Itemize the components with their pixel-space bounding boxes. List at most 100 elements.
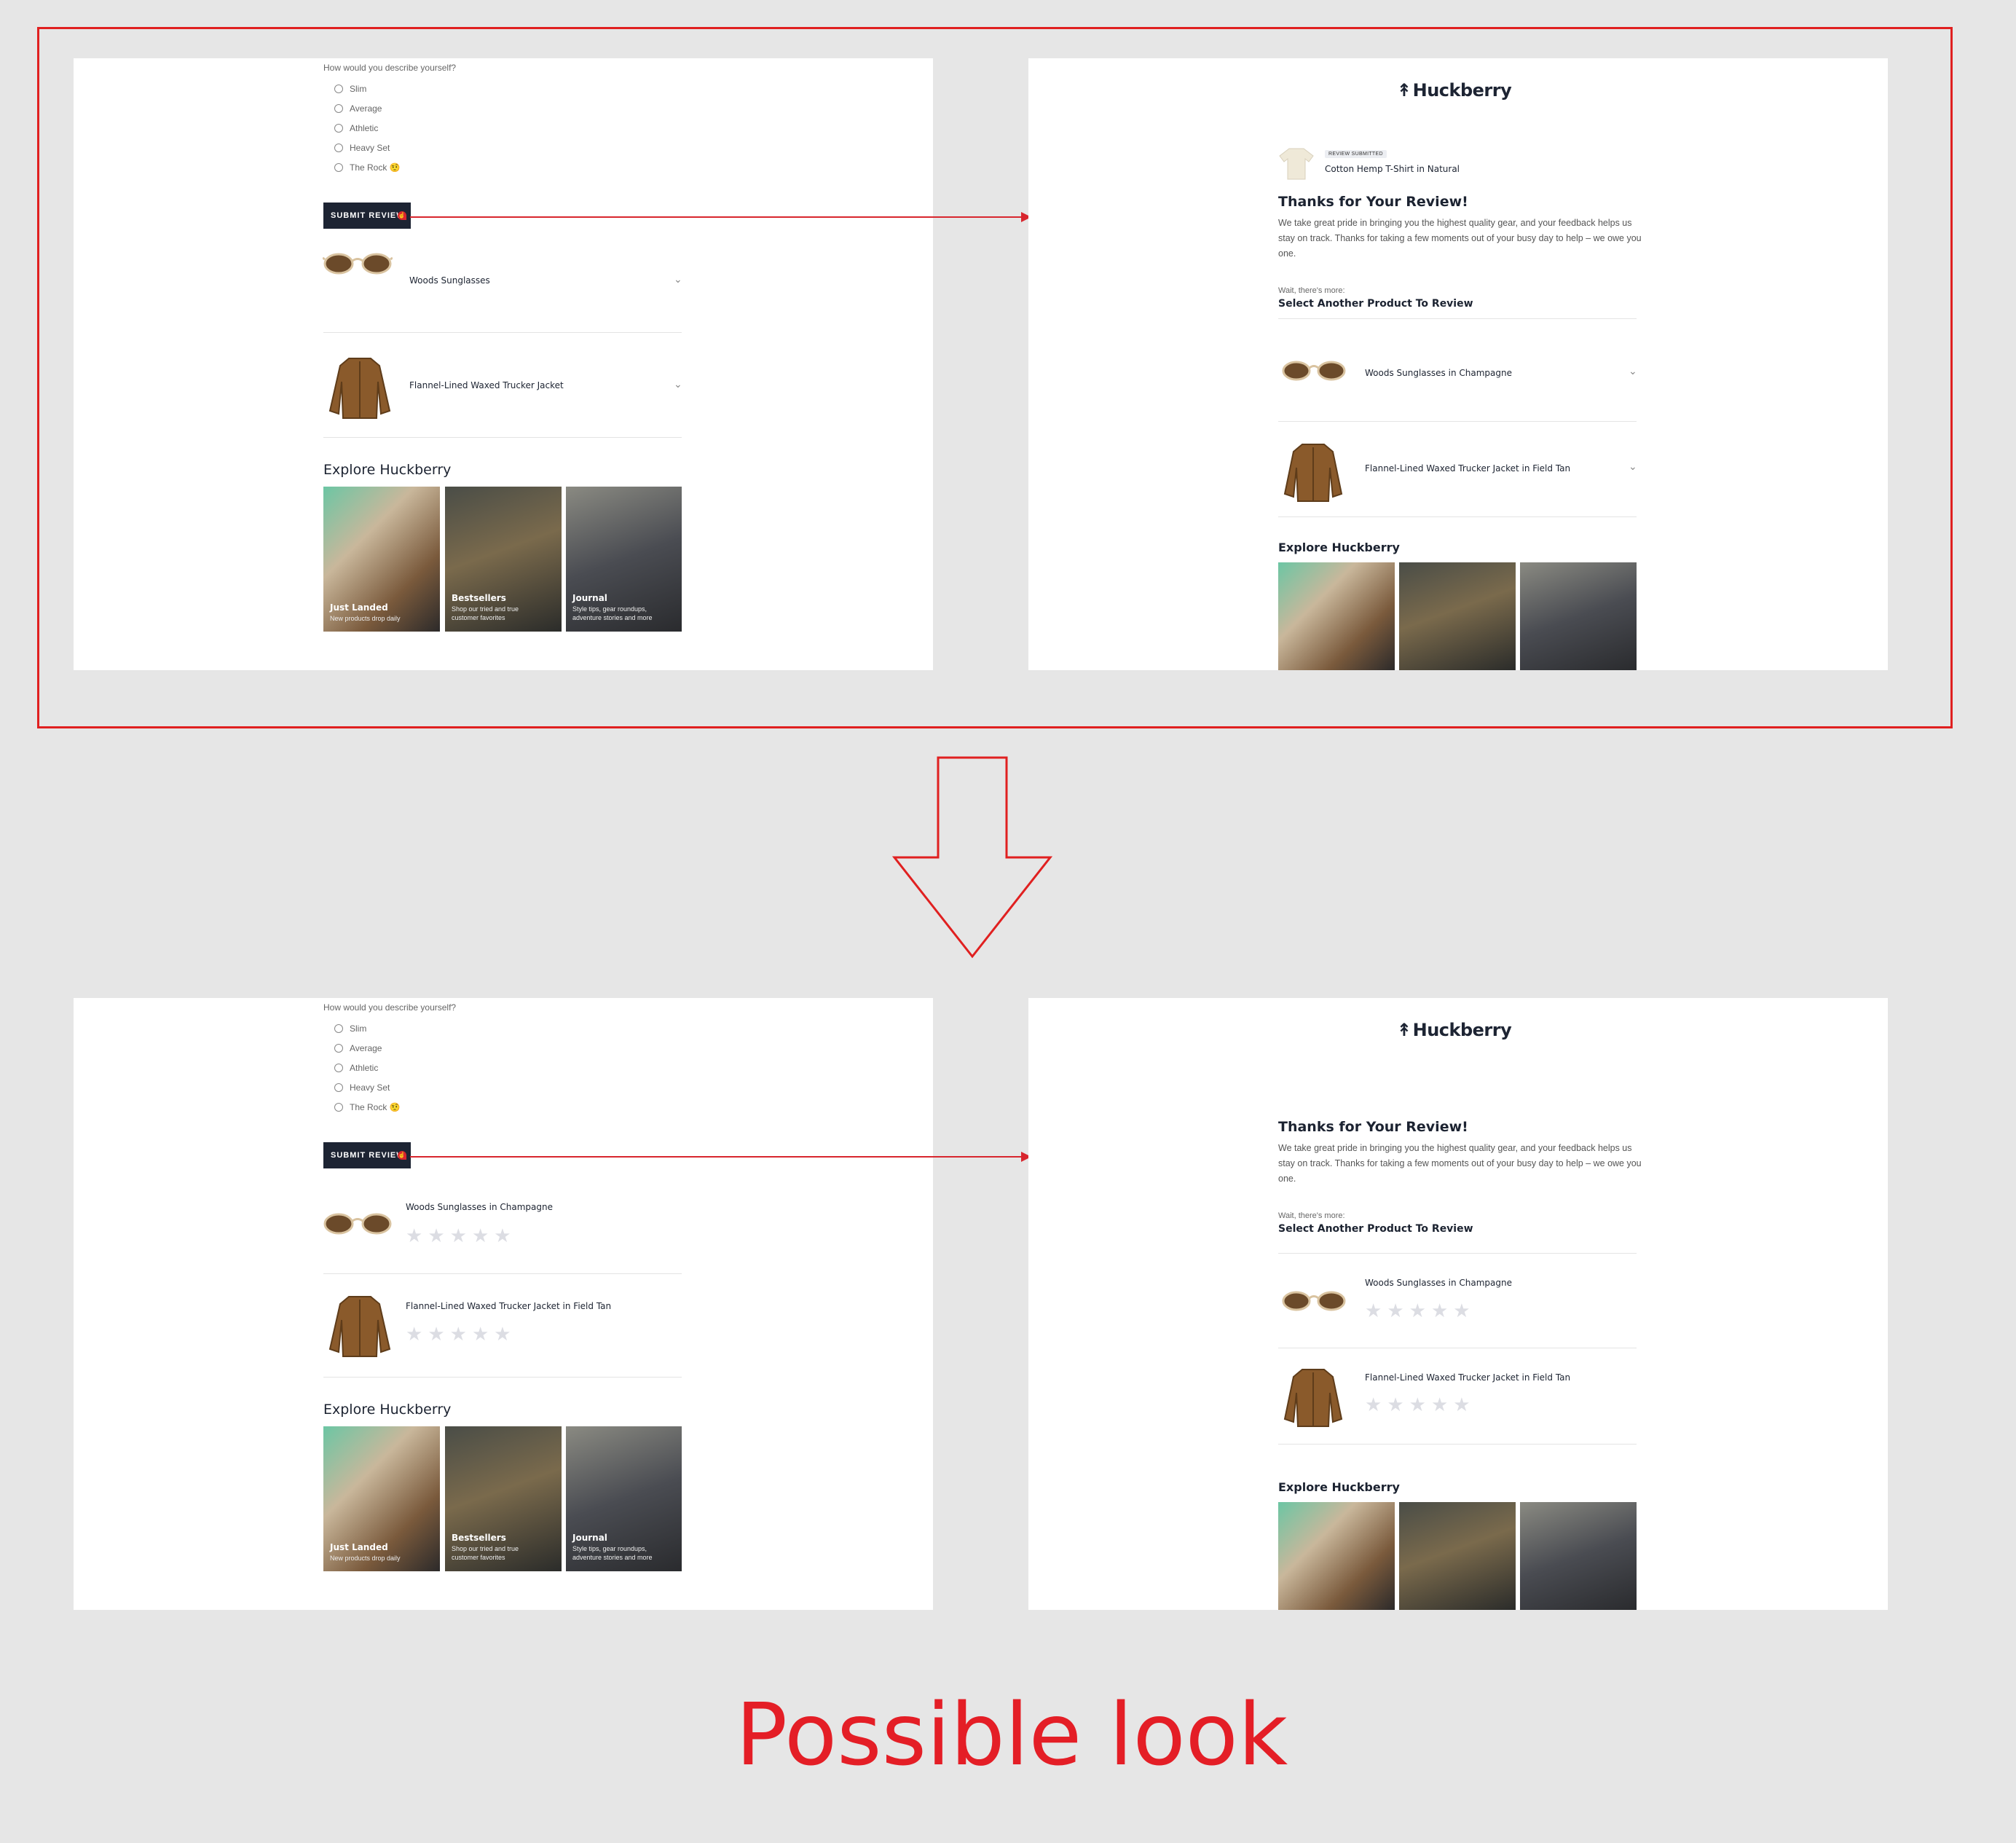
chevron-down-icon[interactable]: ⌄ xyxy=(674,378,682,390)
star-icon[interactable]: ★ xyxy=(494,1324,511,1343)
huckberry-logo[interactable]: ↟Huckberry xyxy=(1397,80,1512,101)
radio-icon xyxy=(334,1103,343,1112)
confirmation-panel-after: ↟Huckberry Thanks for Your Review! We ta… xyxy=(1028,998,1888,1610)
divider xyxy=(1278,1444,1637,1445)
product-name-sunglasses[interactable]: Woods Sunglasses in Champagne xyxy=(1365,1278,1512,1288)
option-athletic[interactable]: Athletic xyxy=(334,1063,378,1073)
option-heavy-set[interactable]: Heavy Set xyxy=(334,1082,390,1093)
product-name-sunglasses[interactable]: Woods Sunglasses in Champagne xyxy=(1365,368,1512,378)
option-average[interactable]: Average xyxy=(334,103,382,114)
tile-bestsellers[interactable]: Bestsellers Shop our tried and true cust… xyxy=(445,487,562,632)
star-icon[interactable]: ★ xyxy=(1453,1301,1470,1320)
sunglasses-thumbnail xyxy=(323,1213,392,1235)
star-icon[interactable]: ★ xyxy=(406,1324,422,1343)
wait-label: Wait, there's more: xyxy=(1278,286,1345,295)
divider xyxy=(1278,516,1637,517)
select-heading: Select Another Product To Review xyxy=(1278,298,1473,310)
product-name-jacket[interactable]: Flannel-Lined Waxed Trucker Jacket in Fi… xyxy=(406,1301,611,1311)
star-icon[interactable]: ★ xyxy=(494,1226,511,1245)
radio-icon xyxy=(334,1064,343,1072)
divider xyxy=(323,1377,682,1378)
tile-journal[interactable] xyxy=(1520,1502,1637,1610)
star-icon[interactable]: ★ xyxy=(1431,1301,1448,1320)
star-icon[interactable]: ★ xyxy=(450,1226,467,1245)
tile-bestsellers[interactable] xyxy=(1399,1502,1516,1610)
star-icon[interactable]: ★ xyxy=(472,1226,489,1245)
star-icon[interactable]: ★ xyxy=(1409,1395,1426,1414)
thanks-heading: Thanks for Your Review! xyxy=(1278,1119,1468,1135)
down-arrow-icon xyxy=(891,756,1053,959)
submit-review-button[interactable]: SUBMIT REVIEW ☝ xyxy=(323,1142,411,1168)
star-icon[interactable]: ★ xyxy=(450,1324,467,1343)
star-icon[interactable]: ★ xyxy=(472,1324,489,1343)
option-the-rock[interactable]: The Rock 🤨 xyxy=(334,162,401,173)
chevron-down-icon[interactable]: ⌄ xyxy=(674,273,682,286)
confirmation-panel-before: ↟Huckberry REVIEW SUBMITTED Cotton Hemp … xyxy=(1028,58,1888,670)
wait-label: Wait, there's more: xyxy=(1278,1211,1345,1220)
option-heavy-set[interactable]: Heavy Set xyxy=(334,143,390,153)
explore-heading: Explore Huckberry xyxy=(1278,1480,1400,1494)
radio-icon xyxy=(334,1083,343,1092)
tile-just-landed[interactable] xyxy=(1278,1502,1395,1610)
tile-just-landed[interactable]: Just Landed New products drop daily xyxy=(323,487,440,632)
product-name-jacket[interactable]: Flannel-Lined Waxed Trucker Jacket in Fi… xyxy=(1365,1372,1570,1383)
star-icon[interactable]: ★ xyxy=(1365,1301,1382,1320)
huckberry-logo[interactable]: ↟Huckberry xyxy=(1397,1020,1512,1040)
chevron-down-icon[interactable]: ⌄ xyxy=(1629,365,1637,377)
tile-bestsellers[interactable]: Bestsellers Shop our tried and true cust… xyxy=(445,1426,562,1571)
star-rating[interactable]: ★ ★ ★ ★ ★ xyxy=(406,1226,511,1245)
star-icon[interactable]: ★ xyxy=(428,1324,444,1343)
jacket-thumbnail xyxy=(328,1296,391,1357)
star-icon[interactable]: ★ xyxy=(428,1226,444,1245)
product-name-sunglasses[interactable]: Woods Sunglasses in Champagne xyxy=(406,1202,553,1212)
star-icon[interactable]: ★ xyxy=(1387,1395,1403,1414)
explore-heading: Explore Huckberry xyxy=(1278,541,1400,554)
option-slim[interactable]: Slim xyxy=(334,84,366,94)
option-the-rock[interactable]: The Rock 🤨 xyxy=(334,1102,401,1112)
option-average[interactable]: Average xyxy=(334,1043,382,1053)
option-slim[interactable]: Slim xyxy=(334,1023,366,1034)
star-rating[interactable]: ★ ★ ★ ★ ★ xyxy=(406,1324,511,1343)
divider xyxy=(1278,1253,1637,1254)
select-heading: Select Another Product To Review xyxy=(1278,1223,1473,1235)
review-form-panel-after: How would you describe yourself? Slim Av… xyxy=(74,998,933,1610)
divider xyxy=(323,1273,682,1274)
question-label: How would you describe yourself? xyxy=(323,63,457,73)
star-icon[interactable]: ★ xyxy=(1409,1301,1426,1320)
tile-just-landed[interactable]: Just Landed New products drop daily xyxy=(323,1426,440,1571)
click-cursor-icon: ☝ xyxy=(398,211,406,220)
caption-text: Possible look xyxy=(736,1684,1288,1785)
radio-icon xyxy=(334,1044,343,1053)
radio-icon xyxy=(334,1024,343,1033)
product-name-jacket[interactable]: Flannel-Lined Waxed Trucker Jacket in Fi… xyxy=(1365,463,1570,473)
star-icon[interactable]: ★ xyxy=(1453,1395,1470,1414)
divider xyxy=(323,437,682,438)
star-rating[interactable]: ★ ★ ★ ★ ★ xyxy=(1365,1395,1470,1414)
jacket-thumbnail xyxy=(1283,444,1343,502)
radio-icon xyxy=(334,85,343,93)
divider xyxy=(1278,421,1637,422)
tile-journal[interactable] xyxy=(1520,562,1637,670)
product-name-jacket[interactable]: Flannel-Lined Waxed Trucker Jacket xyxy=(409,380,564,390)
tree-icon: ↟ xyxy=(1397,80,1411,101)
review-form-panel-before: How would you describe yourself? Slim Av… xyxy=(74,58,933,670)
thanks-body: We take great pride in bringing you the … xyxy=(1278,218,1642,259)
thanks-body: We take great pride in bringing you the … xyxy=(1278,1143,1642,1184)
chevron-down-icon[interactable]: ⌄ xyxy=(1629,460,1637,473)
star-icon[interactable]: ★ xyxy=(406,1226,422,1245)
tile-just-landed[interactable] xyxy=(1278,562,1395,670)
flow-arrow xyxy=(410,1156,1028,1158)
star-icon[interactable]: ★ xyxy=(1387,1301,1403,1320)
sunglasses-thumbnail xyxy=(1282,1291,1346,1311)
jacket-thumbnail xyxy=(1283,1369,1343,1427)
product-name-sunglasses[interactable]: Woods Sunglasses xyxy=(409,275,490,286)
tile-bestsellers[interactable] xyxy=(1399,562,1516,670)
star-rating[interactable]: ★ ★ ★ ★ ★ xyxy=(1365,1301,1470,1320)
star-icon[interactable]: ★ xyxy=(1365,1395,1382,1414)
tile-journal[interactable]: Journal Style tips, gear roundups, adven… xyxy=(566,1426,682,1571)
star-icon[interactable]: ★ xyxy=(1431,1395,1448,1414)
option-athletic[interactable]: Athletic xyxy=(334,123,378,133)
tile-journal[interactable]: Journal Style tips, gear roundups, adven… xyxy=(566,487,682,632)
sunglasses-thumbnail xyxy=(323,253,393,275)
submit-review-button[interactable]: SUBMIT REVIEW ☝ xyxy=(323,203,411,229)
